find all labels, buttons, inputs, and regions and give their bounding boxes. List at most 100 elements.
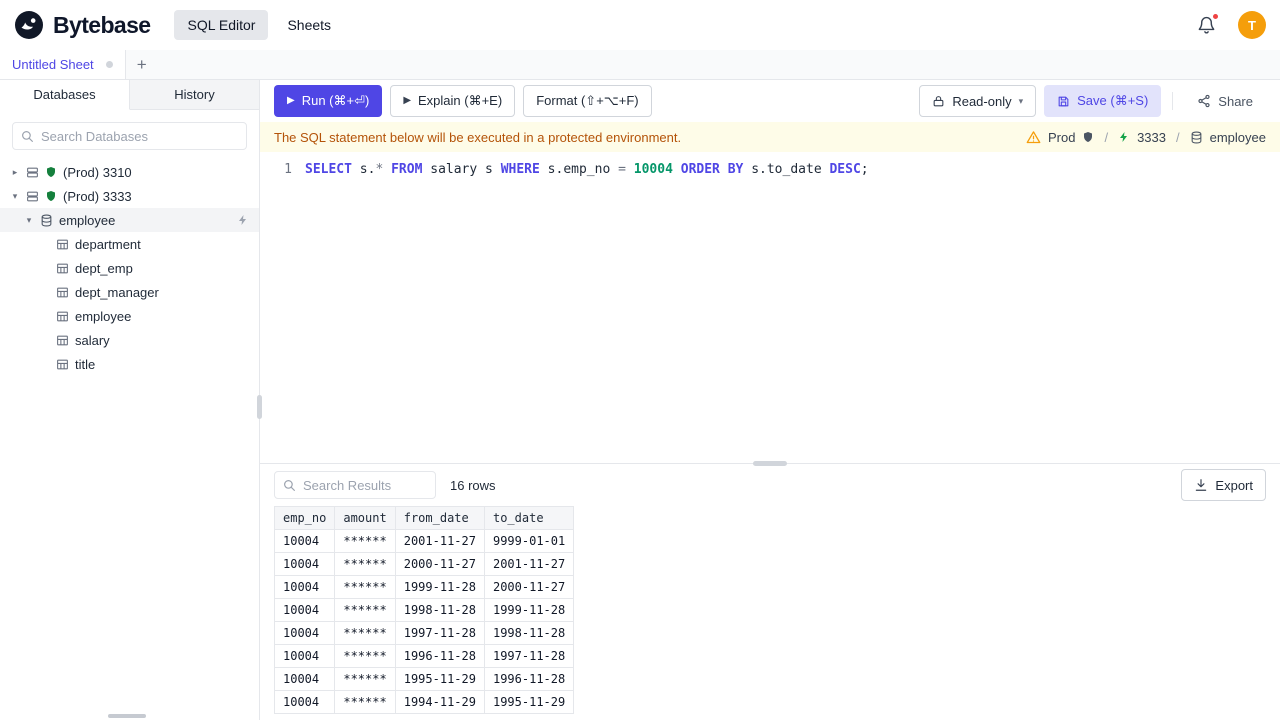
tree-item-table-employee[interactable]: employee bbox=[0, 304, 259, 328]
results-grid-wrap: emp_no amount from_date to_date 10004 ******… bbox=[260, 506, 1280, 720]
lock-icon bbox=[933, 95, 944, 106]
results-search[interactable] bbox=[274, 471, 436, 499]
instance-label: 3333 bbox=[1137, 129, 1166, 145]
table-cell: 10004 bbox=[273, 644, 336, 668]
avatar[interactable]: T bbox=[1238, 11, 1266, 39]
panel-resize-handle[interactable] bbox=[753, 461, 787, 466]
sql-token: SELECT bbox=[305, 162, 352, 177]
add-sheet-button[interactable]: + bbox=[126, 50, 158, 79]
line-number: 1 bbox=[284, 162, 292, 177]
tree-item-instance-prod-3310[interactable]: ▸ (Prod) 3310 bbox=[0, 160, 259, 184]
results-body: 10004 ****** 2001-11-27 9999-01-01 10004 ****… bbox=[273, 529, 575, 714]
sheet-tab-bar: Untitled Sheet + bbox=[0, 50, 1280, 80]
run-button-label: Run (⌘+⏎) bbox=[301, 93, 370, 108]
table-cell: ****** bbox=[334, 575, 396, 599]
nav-sql-editor[interactable]: SQL Editor bbox=[174, 10, 269, 40]
share-button[interactable]: Share bbox=[1184, 85, 1266, 117]
results-panel: 16 rows Export emp_noamountfrom_dateto_d… bbox=[260, 461, 1280, 720]
connection-breadcrumb[interactable]: Prod / 3333 / employee bbox=[1026, 130, 1266, 145]
table-icon bbox=[57, 263, 68, 273]
prod-shield-icon bbox=[47, 167, 55, 177]
explain-button[interactable]: ▶ Explain (⌘+E) bbox=[390, 85, 516, 117]
table-row[interactable]: 10004 ****** 2000-11-27 2001-11-27 bbox=[273, 552, 575, 576]
table-cell: ****** bbox=[334, 529, 396, 553]
table-cell: 1996-11-28 bbox=[394, 644, 485, 668]
sidebar-scrollbar[interactable] bbox=[108, 714, 146, 718]
tree-item-table-dept-manager[interactable]: dept_manager bbox=[0, 280, 259, 304]
table-cell: ****** bbox=[334, 690, 396, 714]
sidebar-resize-handle[interactable] bbox=[257, 395, 262, 419]
sql-token: DESC bbox=[829, 162, 861, 177]
table-row[interactable]: 10004 ****** 2001-11-27 9999-01-01 bbox=[273, 529, 575, 553]
explain-button-label: Explain (⌘+E) bbox=[418, 93, 503, 108]
chevron-right-icon: ▸ bbox=[12, 166, 18, 177]
database-search[interactable] bbox=[12, 122, 247, 150]
export-button[interactable]: Export bbox=[1181, 469, 1266, 501]
results-search-input[interactable] bbox=[303, 477, 427, 493]
database-tree: ▸ (Prod) 3310 ▾ (Prod) 3333 ▾ employee departm… bbox=[0, 160, 259, 720]
instance-icon bbox=[27, 191, 38, 201]
run-button[interactable]: ▶ Run (⌘+⏎) bbox=[274, 85, 383, 117]
tab-databases[interactable]: Databases bbox=[0, 80, 130, 110]
editor-toolbar: ▶ Run (⌘+⏎) ▶ Explain (⌘+E) Format (⇧+⌥+… bbox=[260, 80, 1280, 122]
column-header-to_date[interactable]: to_date bbox=[483, 506, 575, 530]
sidebar: Databases History ▸ (Prod) 3310 ▾ (Prod) 33… bbox=[0, 80, 262, 720]
search-icon bbox=[22, 130, 33, 142]
database-search-input[interactable] bbox=[41, 128, 238, 144]
column-header-amount[interactable]: amount bbox=[334, 506, 396, 530]
tree-item-label: (Prod) 3333 bbox=[63, 188, 132, 204]
tree-item-table-salary[interactable]: salary bbox=[0, 328, 259, 352]
readonly-label: Read-only bbox=[952, 93, 1012, 109]
bytebase-home-link[interactable]: Bytebase bbox=[14, 10, 151, 40]
sql-line: 1 SELECT s.* FROM salary s WHERE s.emp_n… bbox=[260, 160, 1280, 179]
sql-editor[interactable]: 1 SELECT s.* FROM salary s WHERE s.emp_n… bbox=[260, 152, 1280, 464]
table-cell: 2001-11-27 bbox=[483, 552, 575, 576]
table-row[interactable]: 10004 ****** 1998-11-28 1999-11-28 bbox=[273, 598, 575, 622]
sidebar-tabs: Databases History bbox=[0, 80, 259, 110]
notifications-button[interactable] bbox=[1191, 10, 1222, 41]
table-cell: 10004 bbox=[273, 621, 336, 645]
environment-label: Prod bbox=[1047, 129, 1076, 145]
tab-history[interactable]: History bbox=[130, 80, 259, 110]
sql-token: s.emp_no bbox=[539, 162, 619, 177]
share-icon bbox=[1198, 94, 1210, 108]
instance-icon bbox=[27, 167, 38, 177]
toolbar-divider bbox=[1172, 92, 1174, 110]
save-button[interactable]: Save (⌘+S) bbox=[1044, 85, 1162, 117]
column-header-from_date[interactable]: from_date bbox=[394, 506, 485, 530]
table-cell: 1995-11-29 bbox=[394, 667, 485, 691]
save-button-label: Save (⌘+S) bbox=[1077, 93, 1149, 108]
table-cell: 10004 bbox=[273, 598, 336, 622]
tree-item-table-dept-emp[interactable]: dept_emp bbox=[0, 256, 259, 280]
table-row[interactable]: 10004 ****** 1997-11-28 1998-11-28 bbox=[273, 621, 575, 645]
export-button-label: Export bbox=[1215, 477, 1253, 493]
search-icon bbox=[284, 479, 295, 491]
protection-banner: The SQL statement below will be executed… bbox=[260, 122, 1280, 152]
sql-token: s.to_date bbox=[743, 162, 830, 177]
tree-item-table-department[interactable]: department bbox=[0, 232, 259, 256]
readonly-mode-button[interactable]: Read-only ▾ bbox=[919, 85, 1037, 117]
table-row[interactable]: 10004 ****** 1999-11-28 2000-11-27 bbox=[273, 575, 575, 599]
nav-sheets[interactable]: Sheets bbox=[274, 10, 344, 40]
tree-item-label: employee bbox=[75, 308, 132, 324]
tree-item-table-title[interactable]: title bbox=[0, 352, 259, 376]
table-row[interactable]: 10004 ****** 1995-11-29 1996-11-28 bbox=[273, 667, 575, 691]
results-toolbar: 16 rows Export bbox=[260, 464, 1280, 506]
tree-item-label: (Prod) 3310 bbox=[63, 164, 132, 180]
sheet-tab-untitled[interactable]: Untitled Sheet bbox=[0, 50, 126, 79]
app-window: Bytebase SQL Editor Sheets T Untitled Sh… bbox=[0, 0, 1280, 720]
table-row[interactable]: 10004 ****** 1994-11-29 1995-11-29 bbox=[273, 690, 575, 714]
banner-message: The SQL statement below will be executed… bbox=[274, 129, 682, 145]
column-header-emp_no[interactable]: emp_no bbox=[273, 506, 336, 530]
table-row[interactable]: 10004 ****** 1996-11-28 1997-11-28 bbox=[273, 644, 575, 668]
table-cell: 2000-11-27 bbox=[483, 575, 575, 599]
table-cell: ****** bbox=[334, 598, 396, 622]
tree-item-instance-prod-3333[interactable]: ▾ (Prod) 3333 bbox=[0, 184, 259, 208]
table-icon bbox=[57, 311, 68, 321]
tree-item-database-employee[interactable]: ▾ employee bbox=[0, 208, 259, 232]
table-cell: 10004 bbox=[273, 552, 336, 576]
database-icon bbox=[1191, 131, 1201, 143]
format-button[interactable]: Format (⇧+⌥+F) bbox=[523, 85, 652, 117]
results-table: emp_no amount from_date to_date 10004 ******… bbox=[273, 506, 575, 714]
